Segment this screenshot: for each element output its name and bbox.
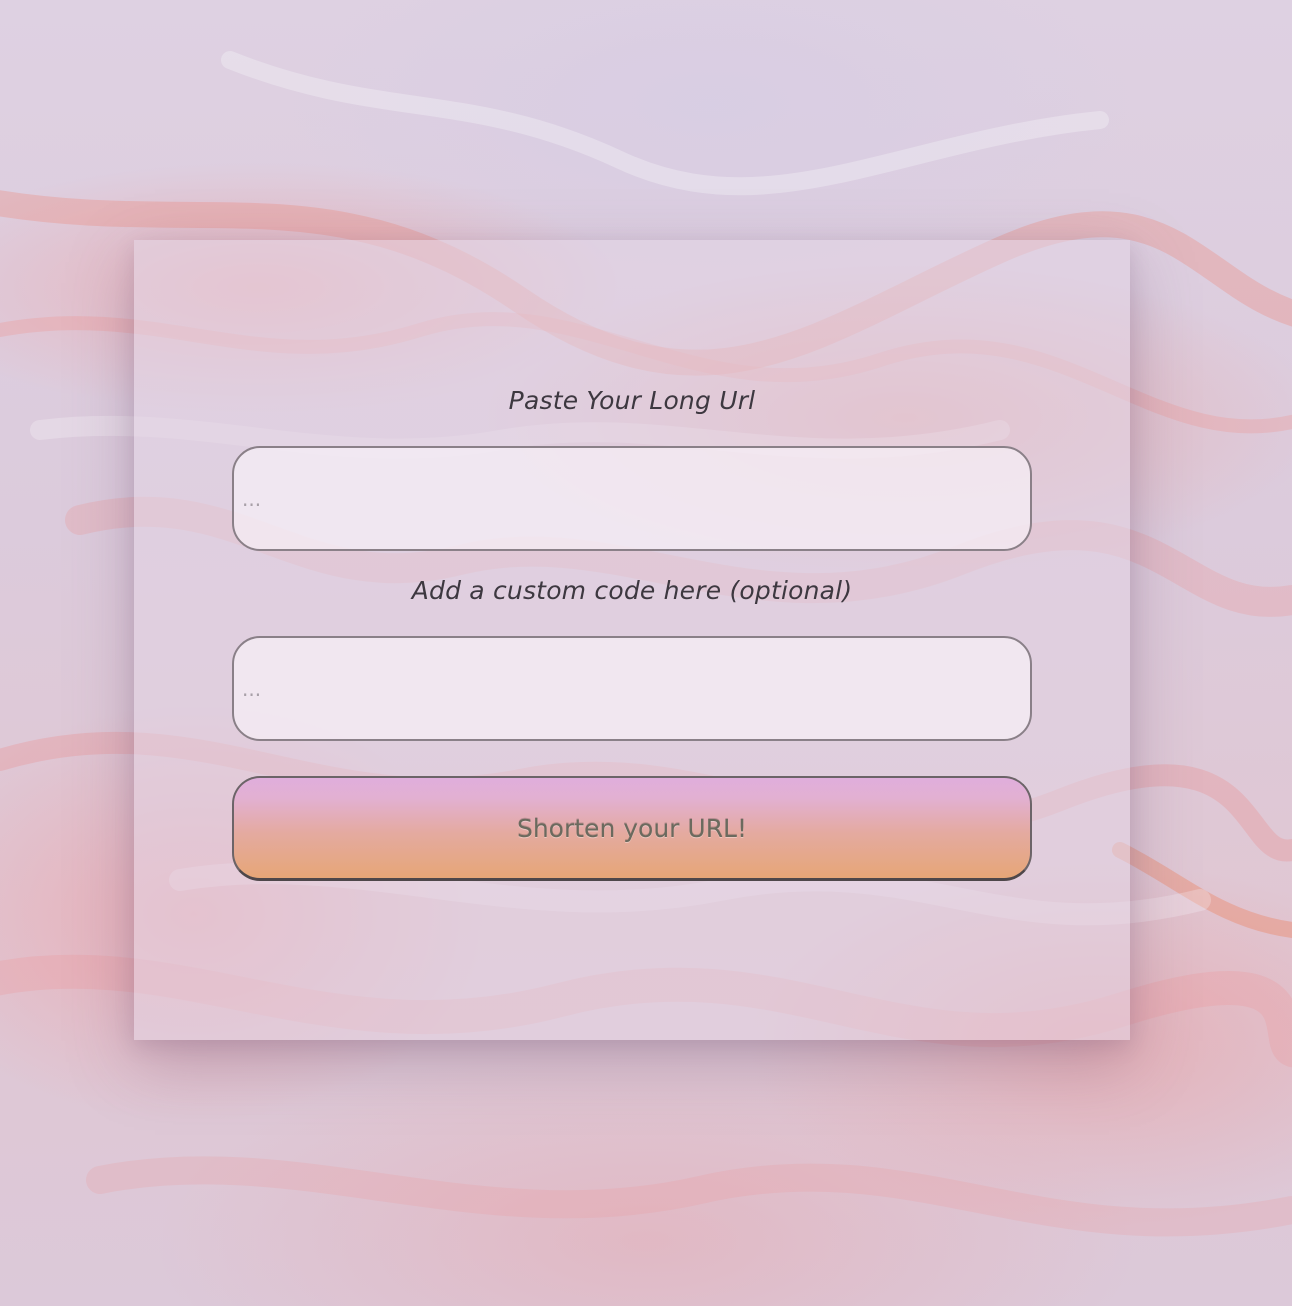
custom-code-label: Add a custom code here (optional) bbox=[411, 576, 853, 605]
custom-code-input[interactable] bbox=[234, 638, 1030, 739]
long-url-label: Paste Your Long Url bbox=[508, 386, 756, 415]
shorten-url-button-label: Shorten your URL! bbox=[516, 813, 748, 843]
shortener-card: Paste Your Long Url Add a custom code he… bbox=[134, 240, 1130, 1040]
long-url-field[interactable] bbox=[232, 446, 1032, 551]
long-url-input[interactable] bbox=[234, 448, 1030, 549]
custom-code-field[interactable] bbox=[232, 636, 1032, 741]
shorten-url-button[interactable]: Shorten your URL! bbox=[232, 776, 1032, 881]
